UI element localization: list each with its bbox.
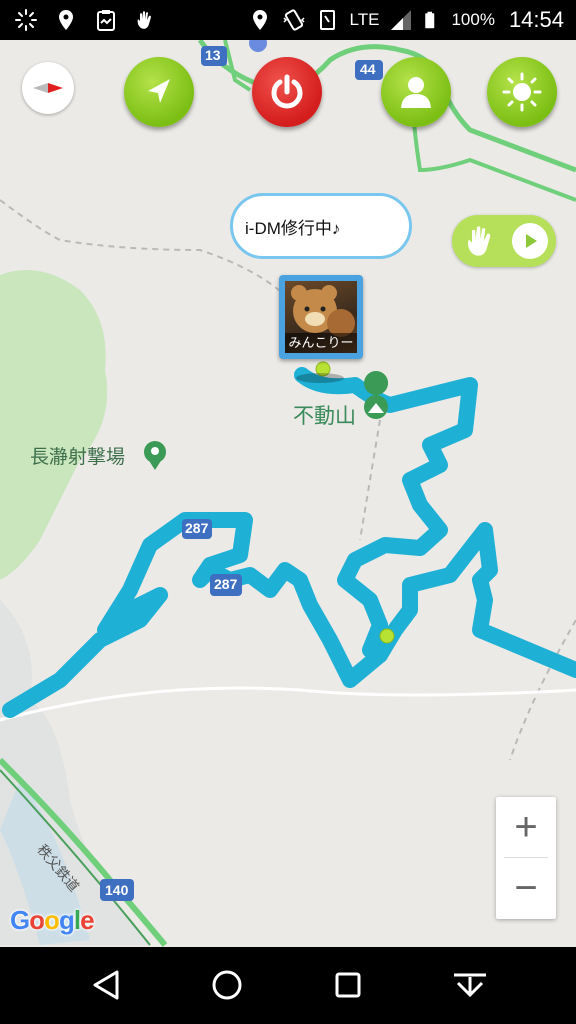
location-check-icon [59, 10, 73, 30]
download-icon [454, 973, 486, 998]
sim-icon [319, 10, 335, 30]
battery-percent: 100% [451, 10, 495, 29]
home-button[interactable] [207, 965, 247, 1005]
brightness-button[interactable] [487, 57, 557, 127]
mountain-label: 不動山 [293, 405, 356, 428]
zoom-controls: + − [496, 797, 556, 919]
navigate-button[interactable] [124, 57, 194, 127]
speech-bubble: i-DM修行中♪ [230, 193, 412, 259]
back-button[interactable] [86, 965, 126, 1005]
sun-icon [502, 72, 542, 112]
status-bar: LTE 100% 14:54 [0, 0, 576, 40]
power-button[interactable] [252, 57, 322, 127]
location-icon [252, 10, 267, 30]
person-icon [401, 77, 431, 108]
compass-icon [33, 83, 63, 93]
recents-button[interactable] [328, 965, 368, 1005]
network-type: LTE [349, 10, 380, 29]
vibrate-icon [283, 9, 305, 31]
zoom-in-button[interactable]: + [496, 797, 556, 857]
clipboard-icon [97, 10, 115, 31]
route-shield-t [249, 40, 267, 52]
navigation-bar [0, 947, 576, 1024]
route-44-label: 44 [360, 61, 376, 77]
profile-button[interactable] [381, 57, 451, 127]
power-icon [271, 74, 303, 109]
download-button[interactable] [450, 965, 490, 1005]
signal-icon [391, 10, 412, 30]
loading-icon [15, 9, 37, 31]
map-view[interactable]: 13 44 287 287 140 不動山 長瀞射撃場 秩父鉄道 i-DM修行中… [0, 40, 576, 947]
google-letter: o [44, 905, 60, 935]
google-letter: g [59, 905, 75, 935]
speech-bubble-text: i-DM修行中♪ [245, 218, 341, 238]
place-marker [144, 441, 166, 470]
avatar-name: みんこりー [285, 333, 357, 353]
google-letter: o [29, 905, 45, 935]
google-letter: G [10, 905, 30, 935]
recents-icon [335, 972, 361, 998]
hand-wave-icon [468, 226, 491, 256]
google-letter: e [80, 905, 95, 935]
back-icon [93, 970, 119, 1000]
user-avatar[interactable]: みんこりー [279, 275, 363, 359]
route-287-label-b: 287 [214, 576, 238, 592]
compass-button[interactable] [22, 62, 74, 114]
zoom-out-button[interactable]: − [496, 858, 556, 918]
status-left [14, 0, 158, 40]
route-140-label: 140 [105, 882, 129, 898]
action-pill[interactable] [452, 215, 556, 267]
route-287-label-a: 287 [185, 520, 209, 536]
shooting-range-label: 長瀞射撃場 [30, 447, 126, 468]
battery-icon [425, 11, 435, 29]
route-13-label: 13 [205, 47, 221, 63]
hand-wave-icon [137, 11, 151, 29]
play-icon [526, 234, 537, 248]
google-logo: Google [10, 905, 95, 936]
home-icon [212, 970, 242, 1000]
map-base [0, 40, 576, 947]
clock: 14:54 [508, 7, 564, 32]
status-right: LTE 100% 14:54 [248, 0, 564, 40]
play-button[interactable] [512, 223, 548, 259]
navigation-arrow-icon [148, 79, 170, 103]
